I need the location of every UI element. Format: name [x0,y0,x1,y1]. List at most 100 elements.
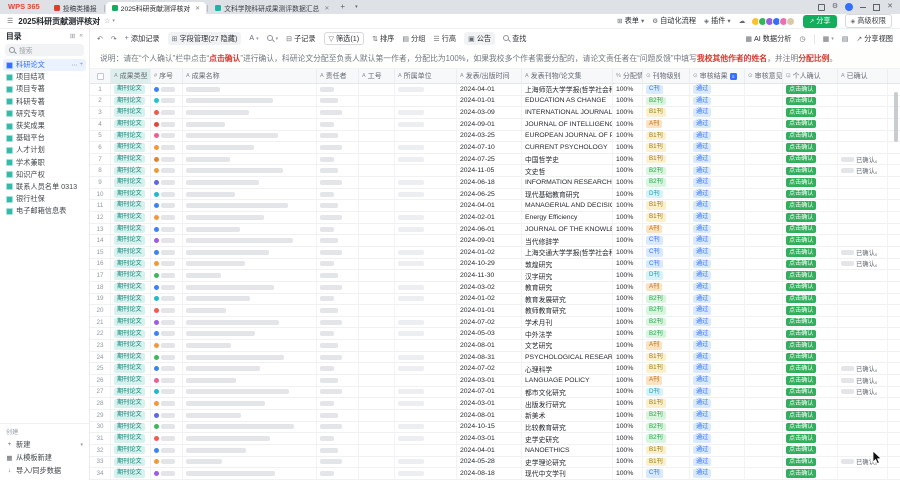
cell-journal[interactable]: 当代修辞学 [522,235,613,246]
cell-empid[interactable] [359,468,395,479]
cell-empid[interactable] [359,422,395,433]
cell-confirmed[interactable]: 已确认。 [838,363,888,374]
cell-level[interactable]: B2刊 [643,433,690,444]
cell-result[interactable]: 通过 [690,131,745,142]
tab-close-icon[interactable]: ✕ [324,5,329,12]
cell-opinion[interactable] [745,131,783,142]
cell-date[interactable]: 2024-11-05 [457,165,522,176]
cell-date[interactable]: 2024-04-01 [457,445,522,456]
cell-journal[interactable]: JOURNAL OF INTELLIGENCE [522,119,613,130]
cell-result[interactable]: 通过 [690,317,745,328]
confirm-button[interactable]: 点击确认 [786,306,816,315]
cell-unit[interactable] [395,352,457,363]
cell-journal[interactable]: 学术月刊 [522,317,613,328]
cell-author[interactable] [317,410,359,421]
cell-confirmed[interactable] [838,142,888,153]
form-button[interactable]: ⊞表单▾ [617,16,644,26]
cell-result[interactable]: 通过 [690,352,745,363]
sidebar-item-11[interactable]: 联系人员名单 0313 [0,181,89,193]
cell-unit[interactable] [395,154,457,165]
cell-level[interactable]: D刊 [643,270,690,281]
cell-level[interactable]: B2刊 [643,317,690,328]
cell-type[interactable]: 期刊论文 [111,282,151,293]
column-header-empid[interactable]: A工号 [359,69,395,83]
create-item[interactable]: ▦从模板新建 [0,451,89,464]
cell-unit[interactable] [395,363,457,374]
cell-confirm[interactable]: 点击确认 [783,189,838,200]
cell-type[interactable]: 期刊论文 [111,328,151,339]
cell-date[interactable]: 2024-05-03 [457,328,522,339]
cell-level[interactable]: B1刊 [643,445,690,456]
cell-name[interactable] [183,410,317,421]
cell-confirm[interactable]: 点击确认 [783,96,838,107]
confirm-button[interactable]: 点击确认 [786,341,816,350]
confirm-button[interactable]: 点击确认 [786,132,816,141]
cell-result[interactable]: 通过 [690,200,745,211]
cell-author[interactable] [317,189,359,200]
cell-author[interactable] [317,445,359,456]
cell-serial[interactable] [151,305,183,316]
cell-opinion[interactable] [745,165,783,176]
cell-journal[interactable]: PSYCHOLOGICAL RESEARCH-PS... [522,352,613,363]
cell-date[interactable]: 2024-09-01 [457,119,522,130]
cell-unit[interactable] [395,212,457,223]
plugin-button[interactable]: ◈插件▾ [704,16,731,26]
cell-result[interactable]: 通过 [690,235,745,246]
cell-name[interactable] [183,177,317,188]
cell-confirmed[interactable] [838,328,888,339]
confirm-button[interactable]: 点击确认 [786,446,816,455]
cell-date[interactable]: 2024-08-01 [457,410,522,421]
cell-type[interactable]: 期刊论文 [111,375,151,386]
cell-confirm[interactable]: 点击确认 [783,165,838,176]
cell-confirmed[interactable] [838,282,888,293]
cell-type[interactable]: 期刊论文 [111,131,151,142]
cell-author[interactable] [317,259,359,270]
cell-level[interactable]: C刊 [643,235,690,246]
cell-date[interactable]: 2024-11-30 [457,270,522,281]
toolbar-plus-button[interactable]: +添加记录 [125,34,160,44]
confirm-button[interactable]: 点击确认 [786,399,816,408]
cell-level[interactable]: B2刊 [643,294,690,305]
cell-date[interactable]: 2024-08-31 [457,352,522,363]
cell-opinion[interactable] [745,270,783,281]
cell-type[interactable]: 期刊论文 [111,84,151,95]
confirm-button[interactable]: 点击确认 [786,423,816,432]
cell-empid[interactable] [359,445,395,456]
sidebar-item-7[interactable]: 基础平台 [0,132,89,144]
cell-pct[interactable]: 100% [613,387,643,398]
cell-confirmed[interactable] [838,189,888,200]
cell-unit[interactable] [395,165,457,176]
cell-unit[interactable] [395,328,457,339]
cell-opinion[interactable] [745,387,783,398]
cell-opinion[interactable] [745,410,783,421]
cell-result[interactable]: 通过 [690,107,745,118]
confirm-button[interactable]: 点击确认 [786,155,816,164]
cell-pct[interactable]: 100% [613,294,643,305]
cell-unit[interactable] [395,119,457,130]
cell-result[interactable]: 通过 [690,212,745,223]
toolbar-shareview-button[interactable]: ↗分享视图 [856,34,893,44]
toolbar-redo-icon[interactable]: ↷ [111,35,117,43]
cell-type[interactable]: 期刊论文 [111,235,151,246]
cell-unit[interactable] [395,247,457,258]
cell-serial[interactable] [151,189,183,200]
cell-name[interactable] [183,340,317,351]
cell-name[interactable] [183,212,317,223]
browser-avatar[interactable] [845,3,853,11]
cell-name[interactable] [183,84,317,95]
cell-result[interactable]: 通过 [690,259,745,270]
cell-confirm[interactable]: 点击确认 [783,142,838,153]
column-header-name[interactable]: A成果名称 [183,69,317,83]
cell-opinion[interactable] [745,422,783,433]
cell-date[interactable]: 2024-07-02 [457,317,522,328]
confirm-button[interactable]: 点击确认 [786,85,816,94]
cell-confirmed[interactable]: 已确认。 [838,247,888,258]
cell-journal[interactable]: 敦煌研究 [522,259,613,270]
toolbar-history-icon[interactable]: ◷ [799,35,805,43]
cell-confirmed[interactable]: 已确认。 [838,375,888,386]
cell-level[interactable]: B1刊 [643,398,690,409]
cell-date[interactable]: 2024-04-01 [457,200,522,211]
cell-result[interactable]: 通过 [690,375,745,386]
cell-journal[interactable]: 文艺研究 [522,340,613,351]
cell-serial[interactable] [151,328,183,339]
